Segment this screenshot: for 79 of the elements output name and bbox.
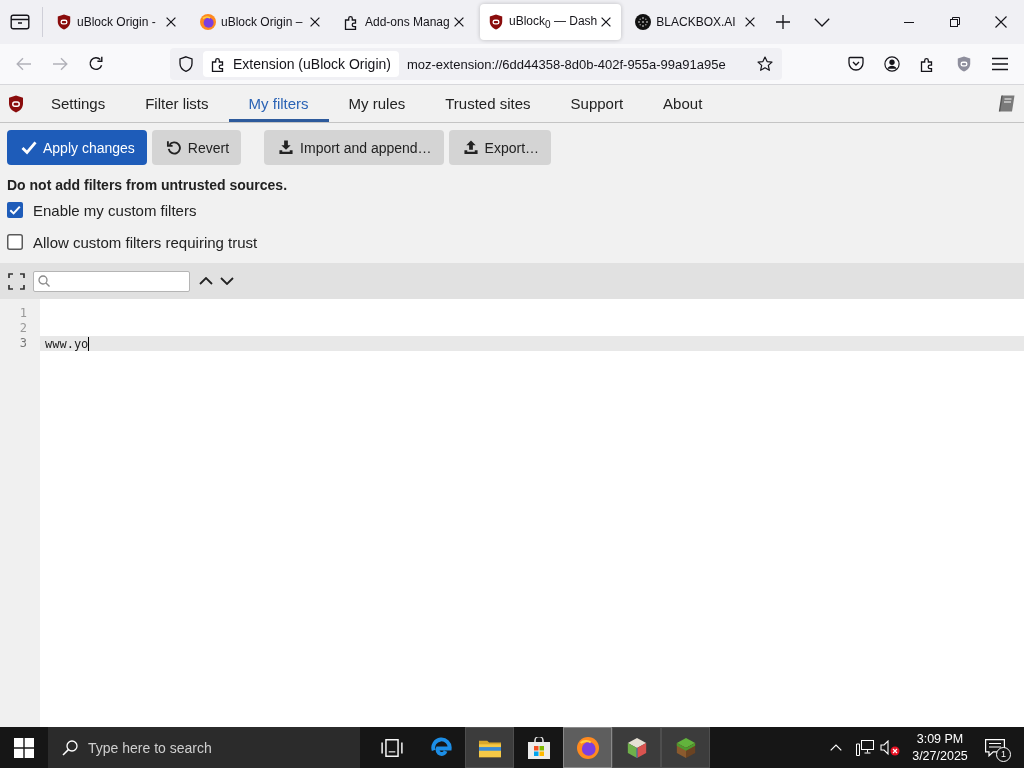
dotted-circle-icon xyxy=(635,14,652,30)
browser-tab[interactable]: BLACKBOX.AI xyxy=(627,4,766,40)
download-icon xyxy=(278,140,295,155)
windows-logo-icon[interactable] xyxy=(14,737,34,758)
shield-logo-icon xyxy=(8,94,24,113)
line-number: 3 xyxy=(18,336,28,351)
address-bar[interactable]: Extension (uBlock Origin) moz-extension://6dd44358-8d0b-402f-955a-99a91a95e xyxy=(170,48,782,80)
flame-globe-icon xyxy=(200,14,216,30)
text-cursor xyxy=(88,336,90,351)
tab[interactable]: Trusted sites xyxy=(425,85,551,122)
shield-icon xyxy=(56,14,72,30)
grass-block-icon xyxy=(674,736,697,759)
export-button[interactable]: Export… xyxy=(448,130,552,165)
tab[interactable]: Settings xyxy=(31,85,126,122)
option-label: Enable my custom filters xyxy=(33,201,197,219)
option-label: Allow custom filters requiring trust xyxy=(33,233,258,251)
line-number: 2 xyxy=(18,321,28,336)
shield-icon xyxy=(488,14,504,30)
identity-label[interactable]: Extension (uBlock Origin) xyxy=(203,51,399,77)
shopping-bag-icon xyxy=(527,736,550,759)
browser-tab[interactable]: uBlock$_{0}$ — Dash xyxy=(480,4,622,40)
book-icon[interactable] xyxy=(997,95,1015,112)
search-field[interactable] xyxy=(33,270,190,292)
clock-date[interactable]: 3/27/2025 xyxy=(912,747,968,765)
chevron-down-icon[interactable] xyxy=(814,17,831,27)
task-view-icon xyxy=(380,736,403,759)
save-chevron-icon[interactable] xyxy=(848,56,864,72)
swirl-icon xyxy=(429,736,452,759)
network-icon[interactable] xyxy=(856,739,874,756)
revert-button[interactable]: Revert xyxy=(151,130,242,165)
tab[interactable]: My filters xyxy=(228,85,329,122)
restore-icon[interactable] xyxy=(950,17,960,27)
browser-tab[interactable]: uBlock Origin – xyxy=(192,4,330,40)
close-icon[interactable] xyxy=(601,17,612,27)
close-icon[interactable] xyxy=(454,17,464,27)
close-icon[interactable] xyxy=(310,17,320,27)
tab[interactable]: Filter lists xyxy=(125,85,229,122)
taskbar-button[interactable] xyxy=(465,727,514,768)
undo-icon xyxy=(165,140,182,155)
browser-tab[interactable]: uBlock Origin - xyxy=(48,4,186,40)
notification-icon[interactable] xyxy=(985,738,1005,757)
url-text: moz-extension://6dd44358-8d0b-402f-955a-99a91a95e xyxy=(406,56,727,72)
checkbox[interactable] xyxy=(7,202,23,218)
close-icon[interactable] xyxy=(995,16,1007,28)
tab[interactable]: My rules xyxy=(328,85,426,122)
warning-text: Do not add filters from untrusted sources. xyxy=(7,176,289,194)
tab[interactable]: About xyxy=(643,85,723,122)
star-icon[interactable] xyxy=(757,56,773,72)
browser-tab[interactable]: Add-ons Manag xyxy=(336,4,474,40)
upload-icon xyxy=(462,140,479,155)
chevron-down-icon[interactable] xyxy=(220,277,234,285)
apply-button[interactable]: Apply changes xyxy=(7,130,147,165)
flame-globe-icon xyxy=(576,736,599,759)
account-icon[interactable] xyxy=(884,56,900,72)
fullscreen-icon[interactable] xyxy=(8,272,25,290)
taskbar-button[interactable] xyxy=(612,727,661,768)
cube-icon xyxy=(625,736,648,759)
chevron-up-icon[interactable] xyxy=(199,277,213,285)
close-icon[interactable] xyxy=(166,17,176,27)
minimize-icon[interactable] xyxy=(904,21,914,23)
shield-icon[interactable] xyxy=(179,56,193,72)
code-editor[interactable]: 1 2 3 www.yo xyxy=(0,299,1024,727)
code-text: www.yo xyxy=(45,336,89,351)
search-icon xyxy=(38,275,50,287)
check-icon xyxy=(21,140,37,155)
archive-box-icon[interactable] xyxy=(10,13,30,31)
tab[interactable]: Support xyxy=(550,85,644,122)
search-icon xyxy=(62,739,78,756)
line-number: 1 xyxy=(18,306,28,321)
menu-icon[interactable] xyxy=(992,56,1008,72)
plus-icon[interactable] xyxy=(776,15,791,29)
search-field[interactable]: Type here to search xyxy=(48,727,360,768)
reload-icon[interactable] xyxy=(88,56,104,72)
import-button[interactable]: Import and append… xyxy=(264,130,444,165)
close-icon[interactable] xyxy=(745,17,756,27)
checkbox[interactable] xyxy=(7,234,23,250)
notification-count: 1 xyxy=(996,746,1011,762)
speaker-muted-icon[interactable] xyxy=(880,739,900,756)
clock-time[interactable]: 3:09 PM xyxy=(916,730,964,748)
